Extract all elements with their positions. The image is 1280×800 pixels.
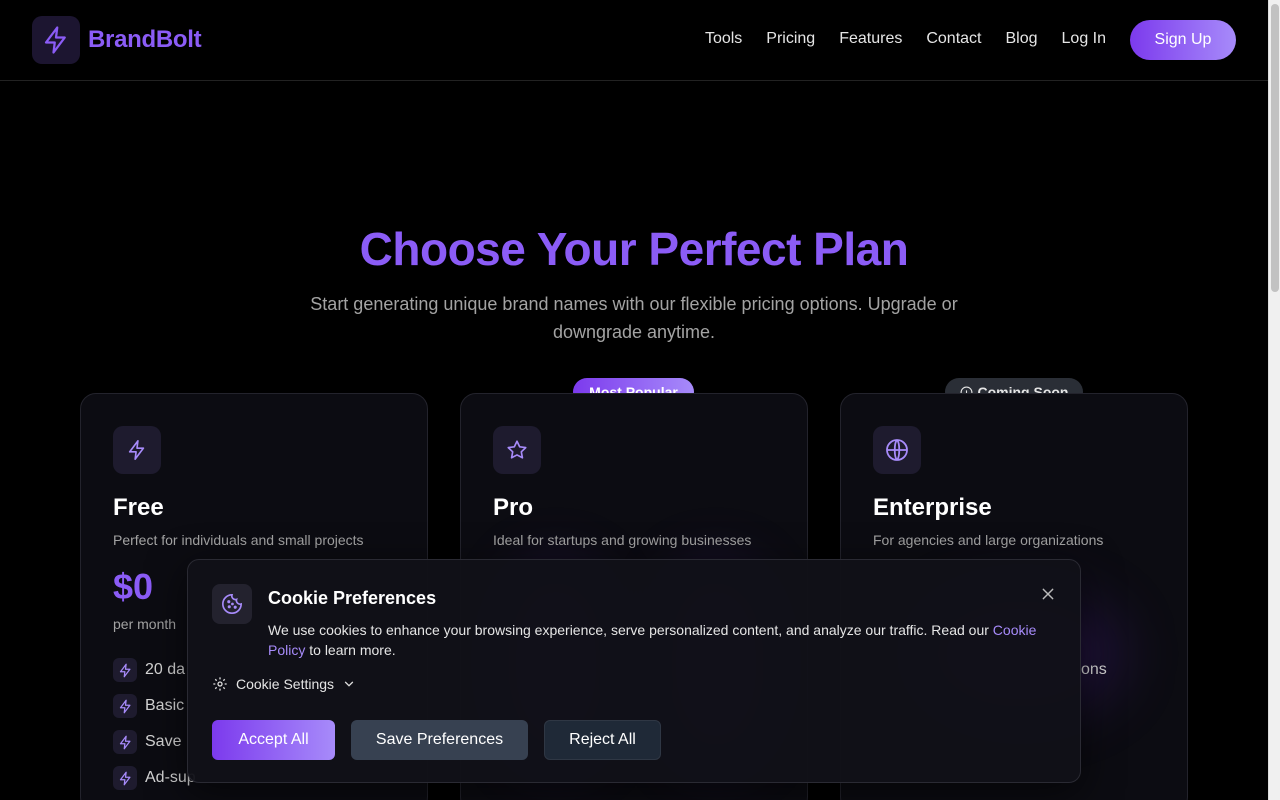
page-subtitle: Start generating unique brand names with…: [310, 294, 958, 342]
brand-name[interactable]: BrandBolt: [88, 26, 202, 54]
accept-all-button[interactable]: Accept All: [212, 720, 335, 760]
close-icon: [1042, 588, 1054, 600]
feature-label: Basic: [145, 697, 185, 714]
close-button[interactable]: [1038, 584, 1058, 604]
feature-label: ons: [1081, 661, 1107, 678]
bolt-icon: [119, 771, 130, 785]
plan-name: Enterprise: [873, 494, 992, 521]
plan-name: Free: [113, 494, 164, 521]
cookie-text-after: to learn more.: [305, 642, 396, 658]
plan-feature: Ad-sup: [113, 766, 196, 790]
cookie-title: Cookie Preferences: [268, 588, 437, 608]
bolt-icon: [128, 440, 145, 460]
plan-feature: Save: [113, 730, 181, 754]
cookie-text-before: We use cookies to enhance your browsing …: [268, 622, 993, 638]
plan-icon-box: [113, 426, 161, 474]
plan-feature: 20 da: [113, 658, 185, 682]
cookie-settings-label: Cookie Settings: [236, 676, 335, 692]
plan-icon-box: [493, 426, 541, 474]
nav-features[interactable]: Features: [839, 30, 902, 48]
save-preferences-button[interactable]: Save Preferences: [351, 720, 528, 760]
globe-icon: [886, 439, 908, 461]
feature-icon-box: [113, 694, 137, 718]
feature-icon-box: [113, 658, 137, 682]
page-title: Choose Your Perfect Plan: [359, 223, 909, 275]
cookie-icon: [222, 594, 242, 614]
nav-tools[interactable]: Tools: [705, 30, 742, 48]
plan-description: For agencies and large organizations: [873, 532, 1104, 548]
nav-login[interactable]: Log In: [1062, 30, 1106, 48]
cookie-description: We use cookies to enhance your browsing …: [268, 620, 1038, 660]
plan-icon-box: [873, 426, 921, 474]
chevron-down-icon: [344, 681, 354, 687]
feature-icon-box: [113, 766, 137, 790]
plan-description: Perfect for individuals and small projec…: [113, 532, 364, 548]
gear-icon: [213, 677, 227, 691]
cookie-consent-dialog: Cookie Preferences We use cookies to enh…: [187, 559, 1081, 783]
feature-label: Save: [145, 733, 182, 750]
nav-pricing[interactable]: Pricing: [766, 30, 815, 48]
nav-contact[interactable]: Contact: [926, 30, 981, 48]
reject-all-button[interactable]: Reject All: [544, 720, 661, 760]
feature-icon-box: [113, 730, 137, 754]
plan-feature-partial: ons: [1081, 661, 1107, 679]
plan-name: Pro: [493, 494, 534, 521]
bolt-icon: [119, 699, 130, 713]
bolt-icon: [44, 26, 66, 54]
bolt-icon: [119, 735, 130, 749]
main-nav: Tools Pricing Features Contact Blog Log …: [681, 30, 1106, 48]
cookie-icon-box: [212, 584, 252, 624]
signup-button[interactable]: Sign Up: [1130, 20, 1236, 60]
scrollbar-thumb[interactable]: [1271, 4, 1279, 292]
site-header: BrandBolt Tools Pricing Features Contact…: [0, 0, 1268, 81]
plan-period: per month: [113, 616, 177, 632]
feature-label: 20 da: [145, 661, 186, 678]
plan-feature: Basic: [113, 694, 184, 718]
page-scrollbar[interactable]: [1268, 0, 1280, 800]
nav-blog[interactable]: Blog: [1005, 30, 1037, 48]
plan-price: $0: [113, 566, 154, 607]
logo-box[interactable]: [32, 16, 80, 64]
bolt-icon: [119, 663, 130, 677]
star-icon: [507, 440, 527, 459]
cookie-settings-toggle[interactable]: Cookie Settings: [212, 676, 356, 692]
plan-description: Ideal for startups and growing businesse…: [493, 532, 752, 548]
